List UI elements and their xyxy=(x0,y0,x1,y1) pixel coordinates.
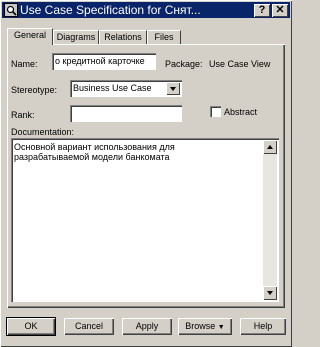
chevron-down-icon[interactable] xyxy=(166,82,180,95)
browse-label: Browse xyxy=(185,321,216,331)
abstract-label: Abstract xyxy=(224,107,258,117)
browse-button[interactable]: Browse ▼ xyxy=(178,318,232,335)
apply-button[interactable]: Apply xyxy=(122,318,172,335)
rank-field[interactable] xyxy=(70,105,182,122)
tab-diagrams[interactable]: Diagrams xyxy=(53,30,99,44)
scroll-down-icon[interactable] xyxy=(263,286,277,300)
tab-general[interactable]: General xyxy=(7,28,53,45)
abstract-checkbox[interactable] xyxy=(210,106,221,117)
stereotype-label: Stereotype: xyxy=(11,85,58,95)
vertical-scrollbar[interactable] xyxy=(263,140,277,300)
close-button[interactable]: ✕ xyxy=(272,4,288,17)
help-title-button[interactable]: ? xyxy=(254,4,270,17)
tab-files[interactable]: Files xyxy=(147,30,181,44)
name-field[interactable]: о кредитной карточке xyxy=(52,53,156,70)
package-label: Package: xyxy=(165,59,203,69)
magnifier-icon xyxy=(4,3,18,17)
tab-relations[interactable]: Relations xyxy=(99,30,147,44)
stereotype-value: Business Use Case xyxy=(73,83,152,93)
documentation-line-2: разрабатываемой модели банкомата xyxy=(14,152,170,162)
general-tab-panel: Name: о кредитной карточке Package: Use … xyxy=(7,44,285,308)
scroll-up-icon[interactable] xyxy=(263,140,277,154)
rank-label: Rank: xyxy=(11,110,35,120)
title-bar[interactable]: Use Case Specification for Снят... ? ✕ xyxy=(2,2,290,18)
documentation-label: Documentation: xyxy=(11,127,75,137)
ok-button[interactable]: OK xyxy=(6,317,56,336)
package-value: Use Case View xyxy=(209,59,271,69)
help-button[interactable]: Help xyxy=(240,318,286,335)
use-case-specification-window: Use Case Specification for Снят... ? ✕ G… xyxy=(0,0,292,347)
documentation-textarea[interactable]: Основной вариант использования для разра… xyxy=(11,138,279,302)
name-value: о кредитной карточке xyxy=(55,56,145,66)
window-title: Use Case Specification for Снят... xyxy=(20,3,201,17)
cancel-button[interactable]: Cancel xyxy=(64,318,114,335)
chevron-down-icon: ▼ xyxy=(217,324,225,331)
name-label: Name: xyxy=(11,59,38,69)
documentation-line-1: Основной вариант использования для xyxy=(14,142,175,152)
stereotype-combobox[interactable]: Business Use Case xyxy=(70,80,182,97)
